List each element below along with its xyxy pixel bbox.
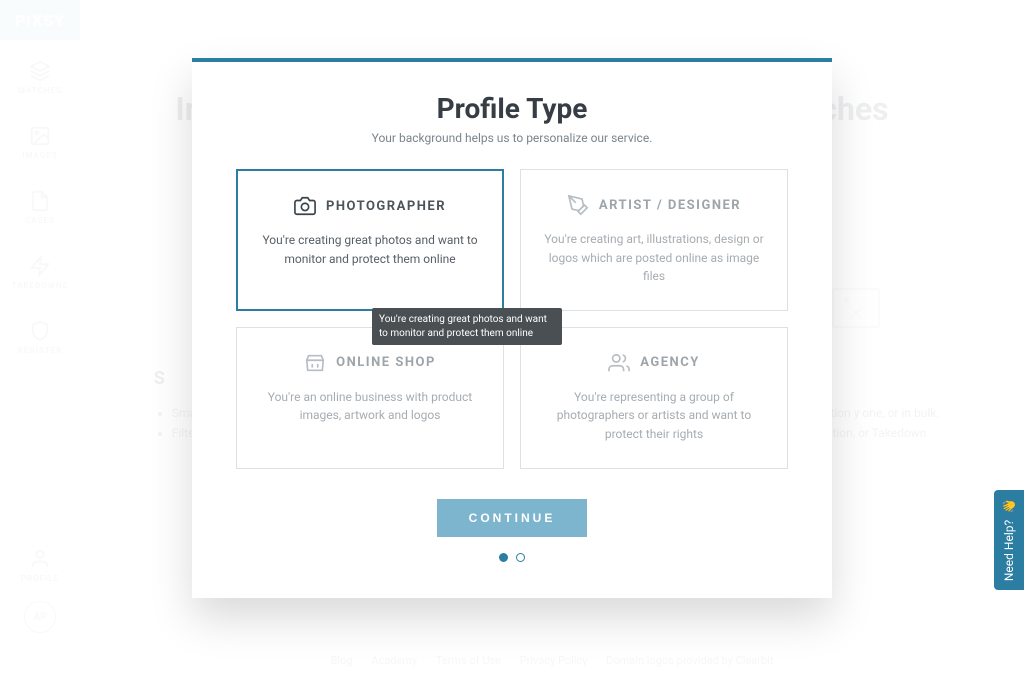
card-tooltip: You're creating great photos and want to…: [372, 308, 562, 345]
card-photographer[interactable]: PHOTOGRAPHER You're creating great photo…: [236, 169, 504, 311]
help-tab[interactable]: Need Help? 👋: [994, 490, 1024, 590]
brush-icon: [567, 194, 589, 216]
shop-icon: [304, 352, 326, 374]
continue-button[interactable]: CONTINUE: [437, 499, 588, 537]
card-desc: You're creating art, illustrations, desi…: [539, 230, 769, 286]
camera-icon: [294, 195, 316, 217]
card-agency[interactable]: AGENCY You're representing a group of ph…: [520, 327, 788, 469]
card-artist-designer[interactable]: ARTIST / DESIGNER You're creating art, i…: [520, 169, 788, 311]
card-desc: You're creating great photos and want to…: [256, 231, 484, 268]
profile-type-modal: Profile Type Your background helps us to…: [192, 58, 832, 598]
card-online-shop[interactable]: ONLINE SHOP You're an online business wi…: [236, 327, 504, 469]
step-indicator: [236, 553, 788, 562]
wave-icon: 👋: [1002, 499, 1016, 514]
modal-subtitle: Your background helps us to personalize …: [236, 131, 788, 145]
card-desc: You're an online business with product i…: [255, 388, 485, 425]
card-desc: You're representing a group of photograp…: [539, 388, 769, 444]
step-dot-1[interactable]: [499, 553, 508, 562]
step-dot-2[interactable]: [516, 553, 525, 562]
modal-title: Profile Type: [236, 92, 788, 125]
users-icon: [608, 352, 630, 374]
